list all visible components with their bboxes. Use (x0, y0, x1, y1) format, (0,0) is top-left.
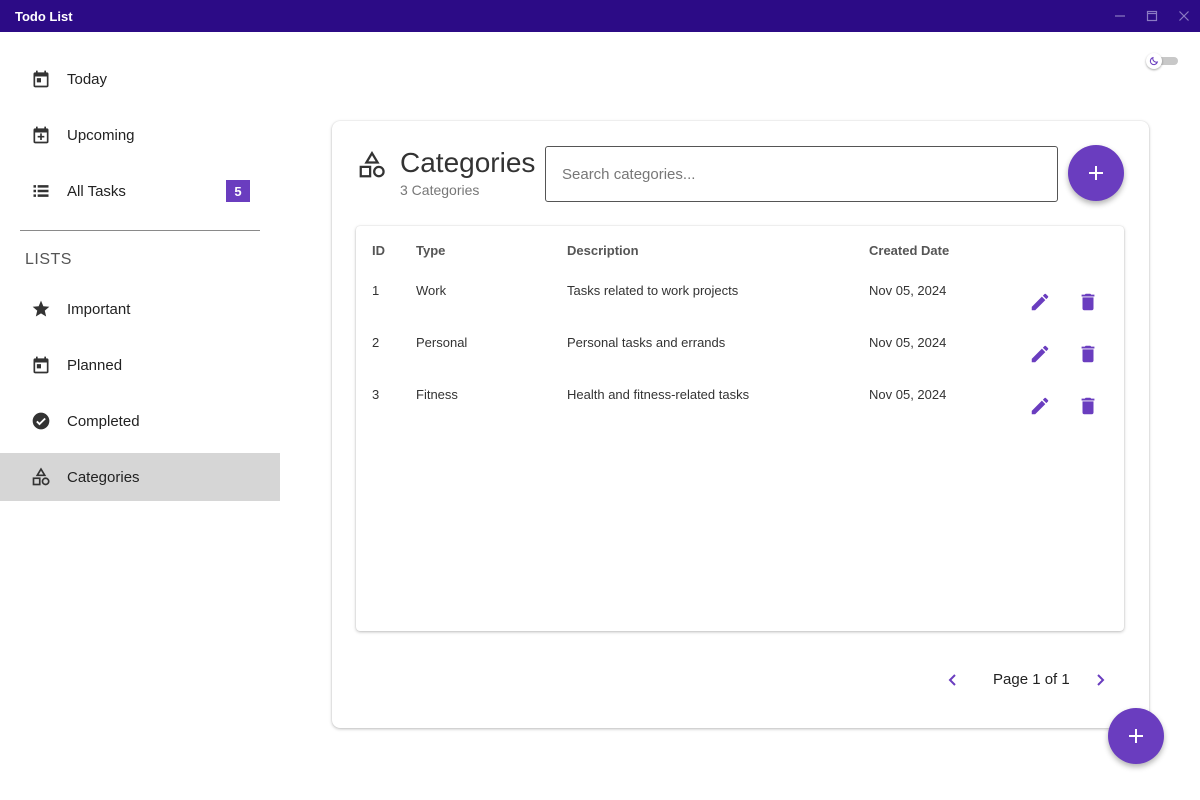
calendar-plus-icon (29, 123, 53, 147)
add-category-button[interactable] (1068, 145, 1124, 201)
check-circle-icon (29, 409, 53, 433)
task-count-badge: 5 (226, 180, 250, 202)
maximize-button[interactable] (1136, 0, 1168, 32)
window-controls (1104, 0, 1200, 32)
sidebar-item-label: Planned (67, 356, 123, 374)
moon-icon (1149, 56, 1159, 66)
cell-type: Fitness (416, 387, 458, 402)
minimize-button[interactable] (1104, 0, 1136, 32)
sidebar-divider (20, 230, 260, 231)
chevron-right-icon (1097, 674, 1105, 686)
maximize-icon (1146, 10, 1158, 22)
sidebar-item-all-tasks[interactable]: All Tasks 5 (0, 167, 280, 215)
cell-id: 1 (372, 283, 380, 298)
sidebar-item-today[interactable]: Today (0, 55, 280, 103)
edit-button[interactable] (1028, 290, 1052, 314)
cell-description: Tasks related to work projects (567, 283, 739, 298)
page-title: Categories (400, 147, 536, 178)
sidebar-item-label: Completed (67, 412, 140, 430)
sidebar-item-label: Today (67, 70, 108, 88)
trash-icon (1081, 345, 1095, 363)
search-input[interactable] (546, 147, 1057, 201)
sidebar-item-completed[interactable]: Completed (0, 397, 280, 445)
categories-table (356, 226, 1124, 631)
floating-add-button[interactable] (1108, 708, 1164, 764)
sidebar-item-planned[interactable]: Planned (0, 341, 280, 389)
shapes-icon (29, 465, 53, 489)
cell-type: Personal (416, 335, 468, 350)
window-title: Todo List (15, 8, 73, 24)
cell-description: Personal tasks and errands (567, 335, 726, 350)
sidebar: Today Upcoming All Tasks 5 LISTS Importa… (0, 32, 280, 800)
sidebar-item-categories[interactable]: Categories (0, 453, 280, 501)
delete-button[interactable] (1076, 290, 1100, 314)
next-page-button[interactable] (1088, 668, 1112, 692)
category-count: 3 Categories (400, 182, 480, 198)
calendar-today-icon (29, 67, 53, 91)
previous-page-button[interactable] (941, 668, 965, 692)
cell-created-date: Nov 05, 2024 (869, 335, 947, 350)
lists-section-label: LISTS (25, 251, 72, 268)
cell-id: 2 (372, 335, 380, 350)
column-header-created-date: Created Date (869, 243, 950, 258)
column-header-id: ID (372, 243, 385, 258)
cell-id: 3 (372, 387, 380, 402)
theme-toggle[interactable] (1146, 53, 1178, 69)
delete-button[interactable] (1076, 394, 1100, 418)
sidebar-item-upcoming[interactable]: Upcoming (0, 111, 280, 159)
sidebar-item-label: Categories (67, 468, 140, 486)
cell-type: Work (416, 283, 447, 298)
pencil-icon (1031, 345, 1049, 363)
sidebar-item-important[interactable]: Important (0, 285, 280, 333)
column-header-type: Type (416, 243, 446, 258)
shapes-icon (357, 150, 387, 180)
chevron-left-icon (948, 674, 956, 686)
list-icon (29, 179, 53, 203)
pencil-icon (1031, 397, 1049, 415)
sidebar-item-label: Upcoming (67, 126, 135, 144)
plus-icon (1089, 166, 1103, 180)
title-bar: Todo List (0, 0, 1200, 32)
sidebar-item-label: All Tasks (67, 182, 126, 200)
star-icon (29, 297, 53, 321)
close-button[interactable] (1168, 0, 1200, 32)
trash-icon (1081, 293, 1095, 311)
calendar-icon (29, 353, 53, 377)
sidebar-item-label: Important (67, 300, 131, 318)
delete-button[interactable] (1076, 342, 1100, 366)
close-icon (1179, 11, 1189, 21)
page-indicator: Page 1 of 1 (993, 671, 1070, 688)
toggle-knob (1146, 53, 1162, 69)
cell-created-date: Nov 05, 2024 (869, 387, 947, 402)
edit-button[interactable] (1028, 342, 1052, 366)
trash-icon (1081, 397, 1095, 415)
cell-created-date: Nov 05, 2024 (869, 283, 947, 298)
cell-description: Health and fitness-related tasks (567, 387, 750, 402)
search-field[interactable] (545, 146, 1058, 202)
minimize-icon (1115, 15, 1125, 17)
edit-button[interactable] (1028, 394, 1052, 418)
pencil-icon (1031, 293, 1049, 311)
plus-icon (1129, 729, 1143, 743)
column-header-description: Description (567, 243, 639, 258)
